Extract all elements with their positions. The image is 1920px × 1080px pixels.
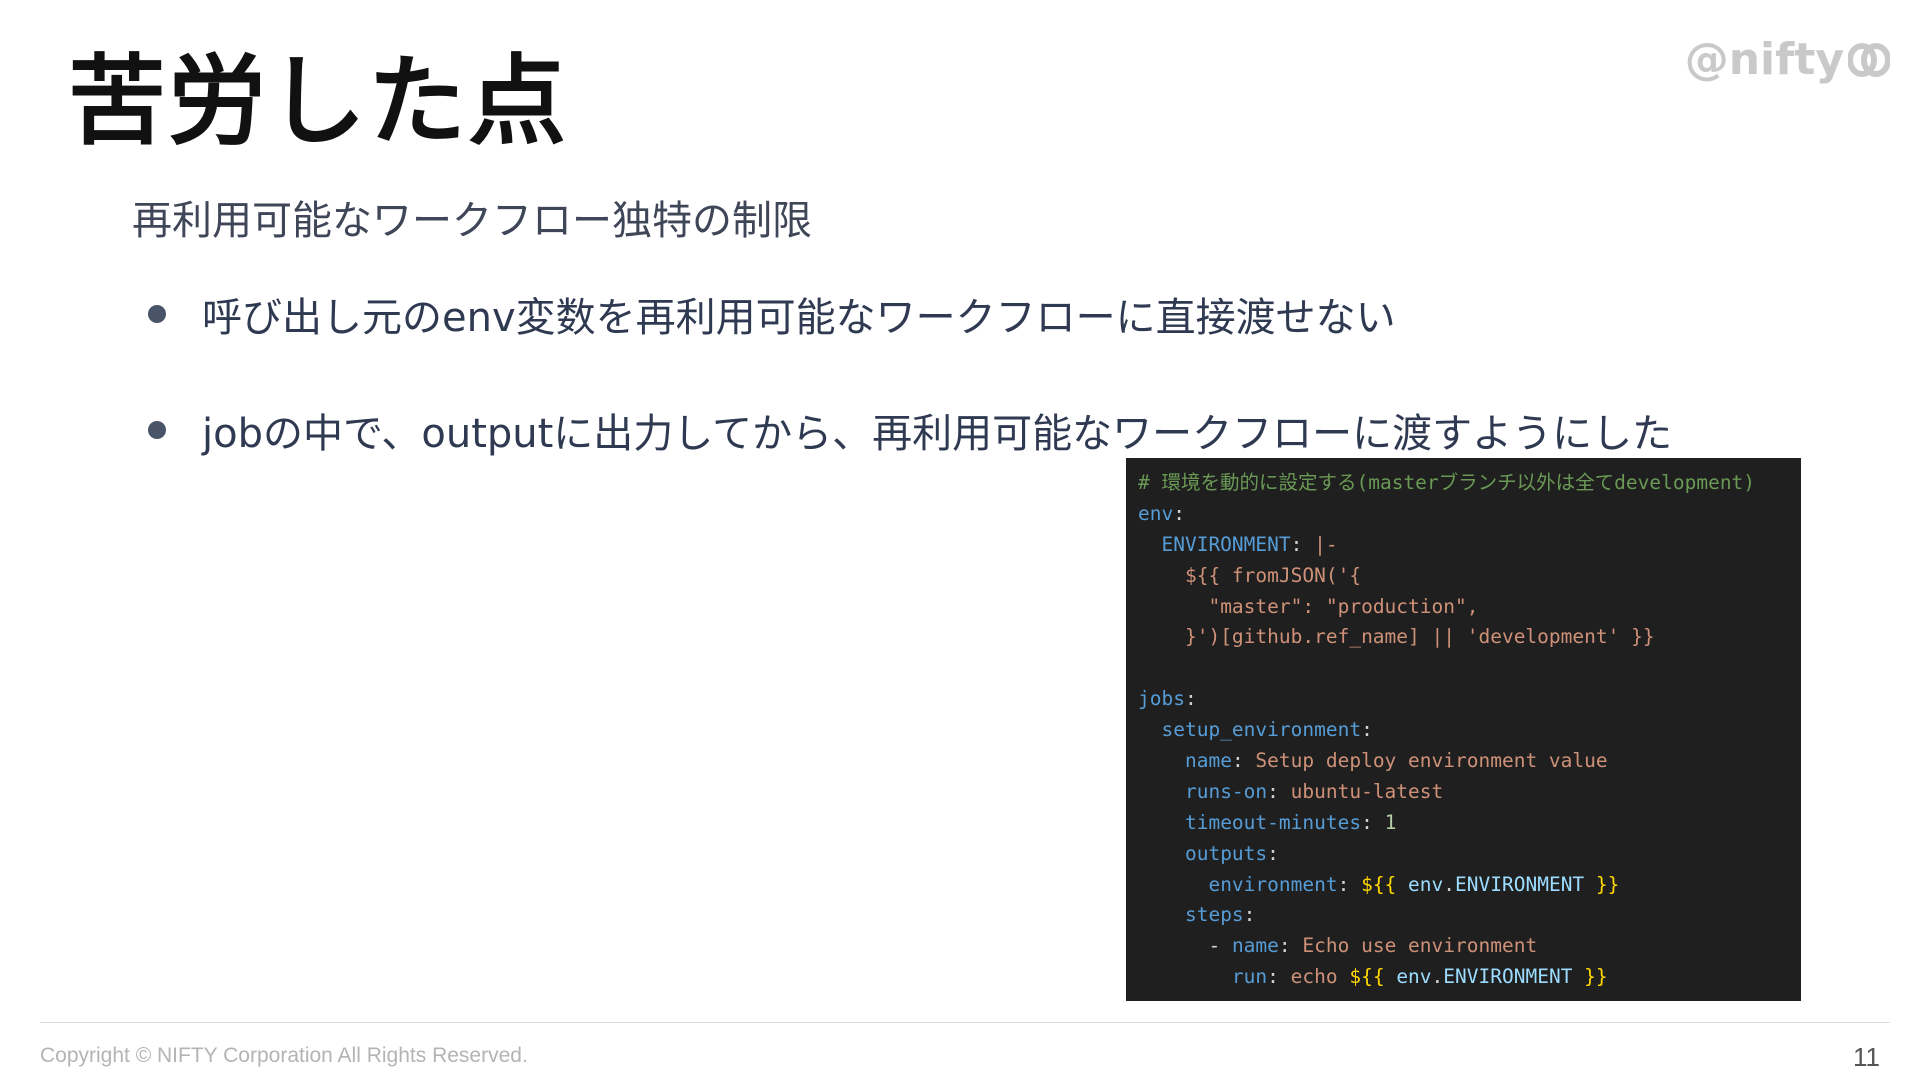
code-line: timeout-minutes: 1 bbox=[1138, 808, 1789, 839]
copyright-text: Copyright © NIFTY Corporation All Rights… bbox=[40, 1044, 528, 1067]
code-line: }')[github.ref_name] || 'development' }} bbox=[1138, 622, 1789, 653]
code-key: runs-on bbox=[1184, 779, 1268, 803]
code-line: steps: bbox=[1138, 900, 1789, 931]
logo-text: @nifty bbox=[1684, 34, 1844, 85]
bullet-dot-icon bbox=[148, 421, 166, 439]
bullet-item: 呼び出し元のenv変数を再利用可能なワークフローに直接渡せない bbox=[148, 288, 1672, 341]
nifty-logo: @nifty bbox=[1685, 34, 1890, 85]
code-key: environment bbox=[1208, 872, 1338, 896]
code-key: ENVIRONMENT bbox=[1161, 532, 1291, 556]
code-line: env: bbox=[1138, 499, 1789, 530]
code-punct: : bbox=[1267, 965, 1291, 989]
code-punct: : bbox=[1267, 841, 1279, 865]
code-line: runs-on: ubuntu-latest bbox=[1138, 777, 1789, 808]
code-brace-open: ${{ bbox=[1349, 965, 1385, 989]
code-key: timeout-minutes bbox=[1184, 810, 1362, 834]
code-line: outputs: bbox=[1138, 839, 1789, 870]
code-key: outputs bbox=[1184, 841, 1268, 865]
bullet-text: jobの中で、outputに出力してから、再利用可能なワークフローに渡すようにし… bbox=[202, 411, 1673, 457]
code-line: "master": "production", bbox=[1138, 592, 1789, 623]
code-line: environment: ${{ env.ENVIRONMENT }} bbox=[1138, 870, 1789, 901]
code-const: ENVIRONMENT bbox=[1455, 872, 1585, 896]
code-key: steps bbox=[1184, 903, 1244, 927]
code-punct: : bbox=[1267, 779, 1291, 803]
slide-title: 苦労した点 bbox=[68, 45, 569, 159]
code-punct: : bbox=[1173, 501, 1185, 525]
code-line: - name: Echo use environment bbox=[1138, 931, 1789, 962]
code-key: name bbox=[1184, 749, 1232, 773]
code-comment: # 環境を動的に設定する(masterブランチ以外は全てdevelopment) bbox=[1138, 471, 1756, 494]
code-number: 1 bbox=[1384, 810, 1397, 834]
code-value: Echo use environment bbox=[1302, 934, 1538, 958]
code-dot: . bbox=[1431, 965, 1444, 989]
code-value: Setup deploy environment value bbox=[1255, 749, 1608, 773]
code-punct: : bbox=[1184, 687, 1197, 711]
code-line: name: Setup deploy environment value bbox=[1138, 746, 1789, 777]
code-const: ENVIRONMENT bbox=[1443, 965, 1573, 989]
page-number: 11 bbox=[1853, 1042, 1880, 1072]
code-punct: : bbox=[1361, 718, 1373, 742]
code-line: ENVIRONMENT: |- bbox=[1138, 530, 1789, 561]
code-var: env bbox=[1396, 872, 1444, 896]
code-punct: : bbox=[1361, 810, 1385, 834]
code-value: echo bbox=[1290, 965, 1350, 989]
code-value: ubuntu-latest bbox=[1290, 779, 1444, 803]
code-key: name bbox=[1231, 934, 1279, 958]
bullet-text: 呼び出し元のenv変数を再利用可能なワークフローに直接渡せない bbox=[202, 295, 1396, 341]
code-line: setup_environment: bbox=[1138, 715, 1789, 746]
code-line bbox=[1138, 653, 1789, 684]
code-value: |- bbox=[1314, 532, 1338, 556]
code-line: run: echo ${{ env.ENVIRONMENT }} bbox=[1138, 962, 1789, 993]
code-punct: : bbox=[1243, 903, 1256, 927]
code-dash: - bbox=[1208, 934, 1232, 958]
code-punct: : bbox=[1290, 532, 1315, 556]
nifty-swirl-icon bbox=[1848, 42, 1890, 77]
code-key: run bbox=[1231, 965, 1268, 989]
code-key: jobs bbox=[1138, 687, 1185, 711]
code-punct: : bbox=[1231, 749, 1256, 773]
code-key: env bbox=[1138, 501, 1174, 525]
code-line: ${{ fromJSON('{ bbox=[1138, 561, 1789, 592]
code-key: setup_environment bbox=[1161, 718, 1362, 742]
code-value: ${{ fromJSON('{ bbox=[1184, 563, 1362, 587]
code-punct: : bbox=[1278, 934, 1303, 958]
code-line: # 環境を動的に設定する(masterブランチ以外は全てdevelopment) bbox=[1138, 468, 1789, 499]
bullet-dot-icon bbox=[148, 305, 166, 323]
code-dot: . bbox=[1443, 872, 1456, 896]
code-brace-close: }} bbox=[1584, 872, 1620, 896]
code-value: }')[github.ref_name] || 'development' }} bbox=[1184, 625, 1655, 649]
code-line: jobs: bbox=[1138, 684, 1789, 715]
code-var: env bbox=[1384, 965, 1432, 989]
code-screenshot: # 環境を動的に設定する(masterブランチ以外は全てdevelopment)… bbox=[1126, 458, 1801, 1001]
bullet-item: jobの中で、outputに出力してから、再利用可能なワークフローに渡すようにし… bbox=[148, 404, 1673, 457]
slide-subtitle: 再利用可能なワークフロー独特の制限 bbox=[132, 198, 812, 244]
code-brace-close: }} bbox=[1572, 965, 1608, 989]
code-blank bbox=[1138, 656, 1150, 679]
code-brace-open: ${{ bbox=[1361, 872, 1397, 896]
code-value: "master": "production", bbox=[1208, 594, 1479, 618]
slide: 苦労した点 @nifty 再利用可能なワークフロー独特の制限 呼び出し元のenv… bbox=[0, 0, 1920, 1080]
footer-divider bbox=[40, 1022, 1890, 1023]
code-punct: : bbox=[1337, 872, 1362, 896]
